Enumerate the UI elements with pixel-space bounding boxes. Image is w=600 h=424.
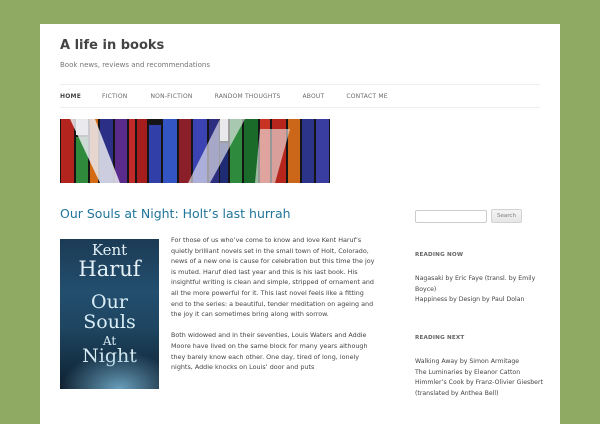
- list-item: Happiness by Design by Paul Dolan: [415, 296, 525, 304]
- cover-title-line: Our: [91, 291, 128, 313]
- list-item: The Luminaries by Eleanor Catton: [415, 368, 521, 376]
- widget-title-reading-now: READING NOW: [415, 252, 464, 258]
- stained-glass-graphic: [60, 119, 330, 183]
- nav-item-home[interactable]: HOME: [60, 93, 81, 100]
- list-item: Nagasaki by Eric Faye (transl. by Emily …: [415, 275, 536, 293]
- cover-glow: [60, 351, 159, 389]
- reading-now-list: Nagasaki by Eric Faye (transl. by Emily …: [415, 274, 545, 306]
- list-item: Himmler’s Cook by Franz-Olivier Giesbert…: [415, 379, 543, 397]
- main-navigation: HOME FICTION NON-FICTION RANDOM THOUGHTS…: [60, 84, 540, 108]
- site-title[interactable]: A life in books: [60, 38, 164, 53]
- nav-item-contact-me[interactable]: CONTACT ME: [346, 93, 387, 100]
- book-cover-image[interactable]: Kent Haruf Our Souls At Night: [60, 239, 159, 389]
- list-item: Walking Away by Simon Armitage: [415, 358, 520, 365]
- cover-title-line: Souls: [83, 311, 136, 333]
- post-paragraph: Both widowed and in their seventies, Lou…: [171, 331, 368, 372]
- post-content: For those of us who’ve come to know and …: [171, 235, 376, 383]
- nav-item-random-thoughts[interactable]: RANDOM THOUGHTS: [215, 93, 281, 100]
- search-form: Search: [415, 209, 522, 223]
- reading-next-list: Walking Away by Simon Armitage The Lumin…: [415, 357, 545, 399]
- search-button[interactable]: Search: [491, 209, 522, 223]
- nav-item-non-fiction[interactable]: NON-FICTION: [150, 93, 192, 100]
- page-container: A life in books Book news, reviews and r…: [40, 24, 560, 424]
- header-image-stained-glass: [60, 119, 330, 183]
- widget-title-reading-next: READING NEXT: [415, 335, 465, 341]
- nav-item-fiction[interactable]: FICTION: [102, 93, 127, 100]
- post-paragraph: For those of us who’ve come to know and …: [171, 236, 375, 319]
- cover-author-last: Haruf: [78, 257, 141, 281]
- search-input[interactable]: [415, 209, 487, 223]
- site-description: Book news, reviews and recommendations: [60, 61, 210, 69]
- nav-item-about[interactable]: ABOUT: [302, 93, 324, 100]
- post-title-link[interactable]: Our Souls at Night: Holt’s last hurrah: [60, 206, 291, 221]
